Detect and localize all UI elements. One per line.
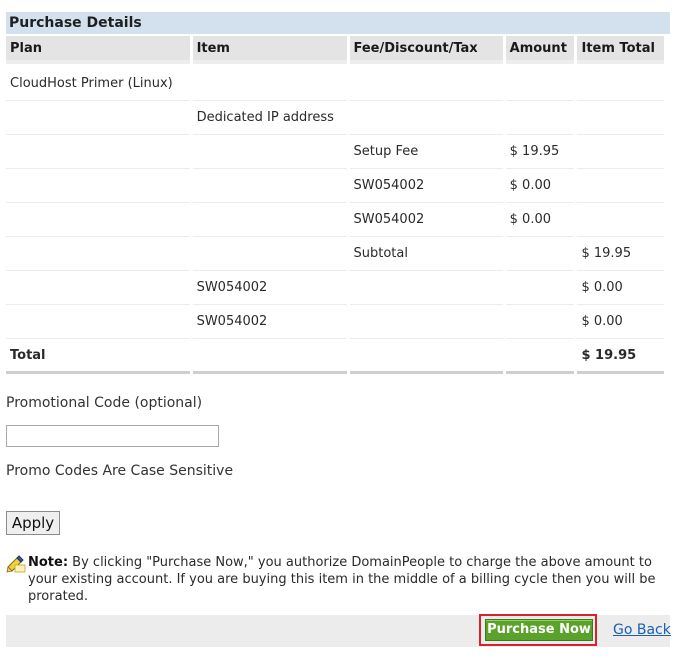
table-row: Subtotal $ 19.95 xyxy=(6,237,664,271)
cell-fee: SW054002 xyxy=(349,169,503,203)
purchase-now-button[interactable]: Purchase Now xyxy=(485,619,593,641)
cell-amount xyxy=(505,339,575,374)
cell-fee: Subtotal xyxy=(349,237,503,271)
cell-amount xyxy=(505,237,575,271)
cell-fee xyxy=(349,64,503,101)
cell-total xyxy=(577,203,664,237)
cell-fee: SW054002 xyxy=(349,203,503,237)
cell-plan xyxy=(6,169,190,203)
cell-plan xyxy=(6,203,190,237)
cell-amount xyxy=(505,64,575,101)
column-header-plan: Plan xyxy=(6,36,190,64)
cell-amount xyxy=(505,101,575,135)
cell-amount xyxy=(505,271,575,305)
purchase-details-panel: Purchase Details Plan Item Fee/Discount/… xyxy=(6,12,670,374)
cell-total xyxy=(577,169,664,203)
cell-item xyxy=(192,169,347,203)
promo-code-label: Promotional Code (optional) xyxy=(6,395,203,411)
purchase-table: Plan Item Fee/Discount/Tax Amount Item T… xyxy=(3,36,667,374)
cell-item: SW054002 xyxy=(192,271,347,305)
column-header-fee: Fee/Discount/Tax xyxy=(349,36,503,64)
cell-amount: $ 19.95 xyxy=(505,135,575,169)
note-label: Note: xyxy=(28,555,69,570)
go-back-link[interactable]: Go Back xyxy=(613,622,671,638)
cell-total xyxy=(577,135,664,169)
cell-total: $ 0.00 xyxy=(577,305,664,339)
cell-total: $ 19.95 xyxy=(577,237,664,271)
cell-plan xyxy=(6,101,190,135)
column-header-item: Item xyxy=(192,36,347,64)
table-row: SW054002 $ 0.00 xyxy=(6,203,664,237)
cell-plan xyxy=(6,237,190,271)
cell-item xyxy=(192,237,347,271)
cell-fee xyxy=(349,271,503,305)
total-label: Total xyxy=(6,339,190,374)
cell-item xyxy=(192,203,347,237)
column-header-amount: Amount xyxy=(505,36,575,64)
cell-fee: Setup Fee xyxy=(349,135,503,169)
table-row: Dedicated IP address xyxy=(6,101,664,135)
total-value: $ 19.95 xyxy=(577,339,664,374)
table-row: SW054002 $ 0.00 xyxy=(6,271,664,305)
cell-amount: $ 0.00 xyxy=(505,169,575,203)
cell-item: SW054002 xyxy=(192,305,347,339)
cell-item xyxy=(192,339,347,374)
table-row: CloudHost Primer (Linux) xyxy=(6,64,664,101)
cell-plan: CloudHost Primer (Linux) xyxy=(6,64,190,101)
cell-plan xyxy=(6,135,190,169)
total-row: Total $ 19.95 xyxy=(6,339,664,374)
apply-button[interactable]: Apply xyxy=(6,511,60,535)
cell-item: Dedicated IP address xyxy=(192,101,347,135)
promo-case-sensitive-note: Promo Codes Are Case Sensitive xyxy=(6,463,234,479)
cell-fee xyxy=(349,305,503,339)
promo-code-input[interactable] xyxy=(6,425,219,447)
table-row: SW054002 $ 0.00 xyxy=(6,305,664,339)
cell-total xyxy=(577,101,664,135)
note-text: Note: By clicking "Purchase Now," you au… xyxy=(6,554,672,605)
cell-amount xyxy=(505,305,575,339)
table-header-row: Plan Item Fee/Discount/Tax Amount Item T… xyxy=(6,36,664,64)
cell-total xyxy=(577,64,664,101)
cell-fee xyxy=(349,339,503,374)
cell-amount: $ 0.00 xyxy=(505,203,575,237)
cell-item xyxy=(192,135,347,169)
purchase-note: Note: By clicking "Purchase Now," you au… xyxy=(6,554,672,605)
table-row: SW054002 $ 0.00 xyxy=(6,169,664,203)
purchase-details-title: Purchase Details xyxy=(6,12,670,34)
cell-item xyxy=(192,64,347,101)
cell-fee xyxy=(349,101,503,135)
note-body: By clicking "Purchase Now," you authoriz… xyxy=(28,555,656,604)
cell-total: $ 0.00 xyxy=(577,271,664,305)
pencil-note-icon xyxy=(6,555,26,573)
column-header-item-total: Item Total xyxy=(577,36,664,64)
table-row: Setup Fee $ 19.95 xyxy=(6,135,664,169)
cell-plan xyxy=(6,271,190,305)
cell-plan xyxy=(6,305,190,339)
